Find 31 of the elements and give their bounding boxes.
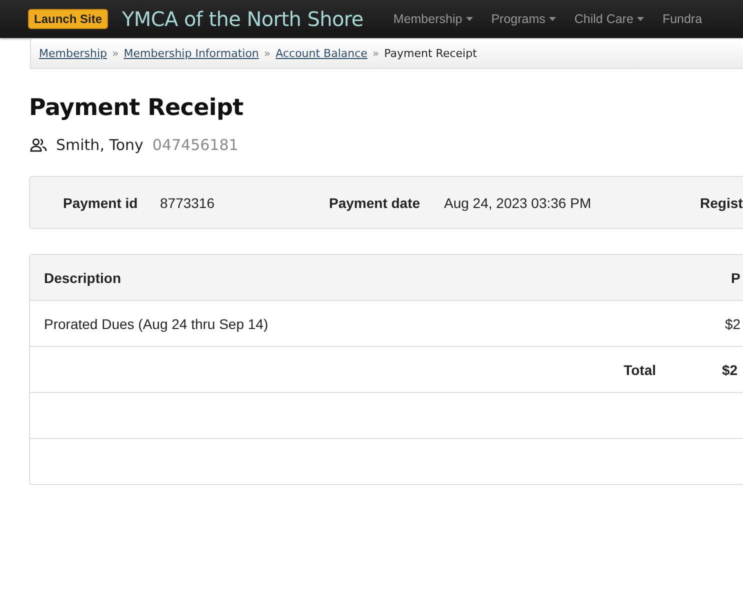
breadcrumb-current: Payment Receipt <box>384 47 477 60</box>
caret-icon <box>549 17 556 21</box>
column-header: Description <box>43 270 122 286</box>
info-label: Payment date <box>329 194 422 210</box>
breadcrumb-separator: » <box>372 47 380 60</box>
column-header: P <box>730 270 742 286</box>
page-title: Payment Receipt <box>29 95 244 121</box>
table-cell-text: Prorated Dues (Aug 24 thru Sep 14) <box>43 316 270 332</box>
member-name: Smith, Tony <box>56 136 144 154</box>
site-title: YMCA of the North Shore <box>122 7 364 31</box>
info-label: Regist <box>700 194 743 210</box>
caret-icon <box>637 17 644 21</box>
nav-menu-item[interactable]: Child Care <box>574 12 644 26</box>
total-label: Total <box>624 362 656 378</box>
nav-menu-item[interactable]: Programs <box>491 12 556 26</box>
info-label: Payment id <box>63 194 139 210</box>
breadcrumb-separator: » <box>264 47 271 60</box>
users-icon <box>30 138 47 152</box>
info-value: 8773316 <box>160 194 216 210</box>
table-cell-text: $2 <box>724 316 742 332</box>
launch-site-button[interactable]: Launch Site <box>28 9 108 29</box>
breadcrumb-link[interactable]: Membership <box>39 47 107 60</box>
breadcrumb-separator: » <box>112 47 119 60</box>
nav-menu-item[interactable]: Membership <box>393 12 474 26</box>
nav-menu-item[interactable]: Fundra <box>662 12 702 26</box>
caret-icon <box>466 17 474 21</box>
member-id: 047456181 <box>152 136 238 154</box>
info-value: Aug 24, 2023 03:36 PM <box>444 194 592 210</box>
total-amount: $2 <box>722 362 739 378</box>
breadcrumb-link[interactable]: Membership Information <box>124 47 259 60</box>
breadcrumb-link[interactable]: Account Balance <box>276 47 368 60</box>
